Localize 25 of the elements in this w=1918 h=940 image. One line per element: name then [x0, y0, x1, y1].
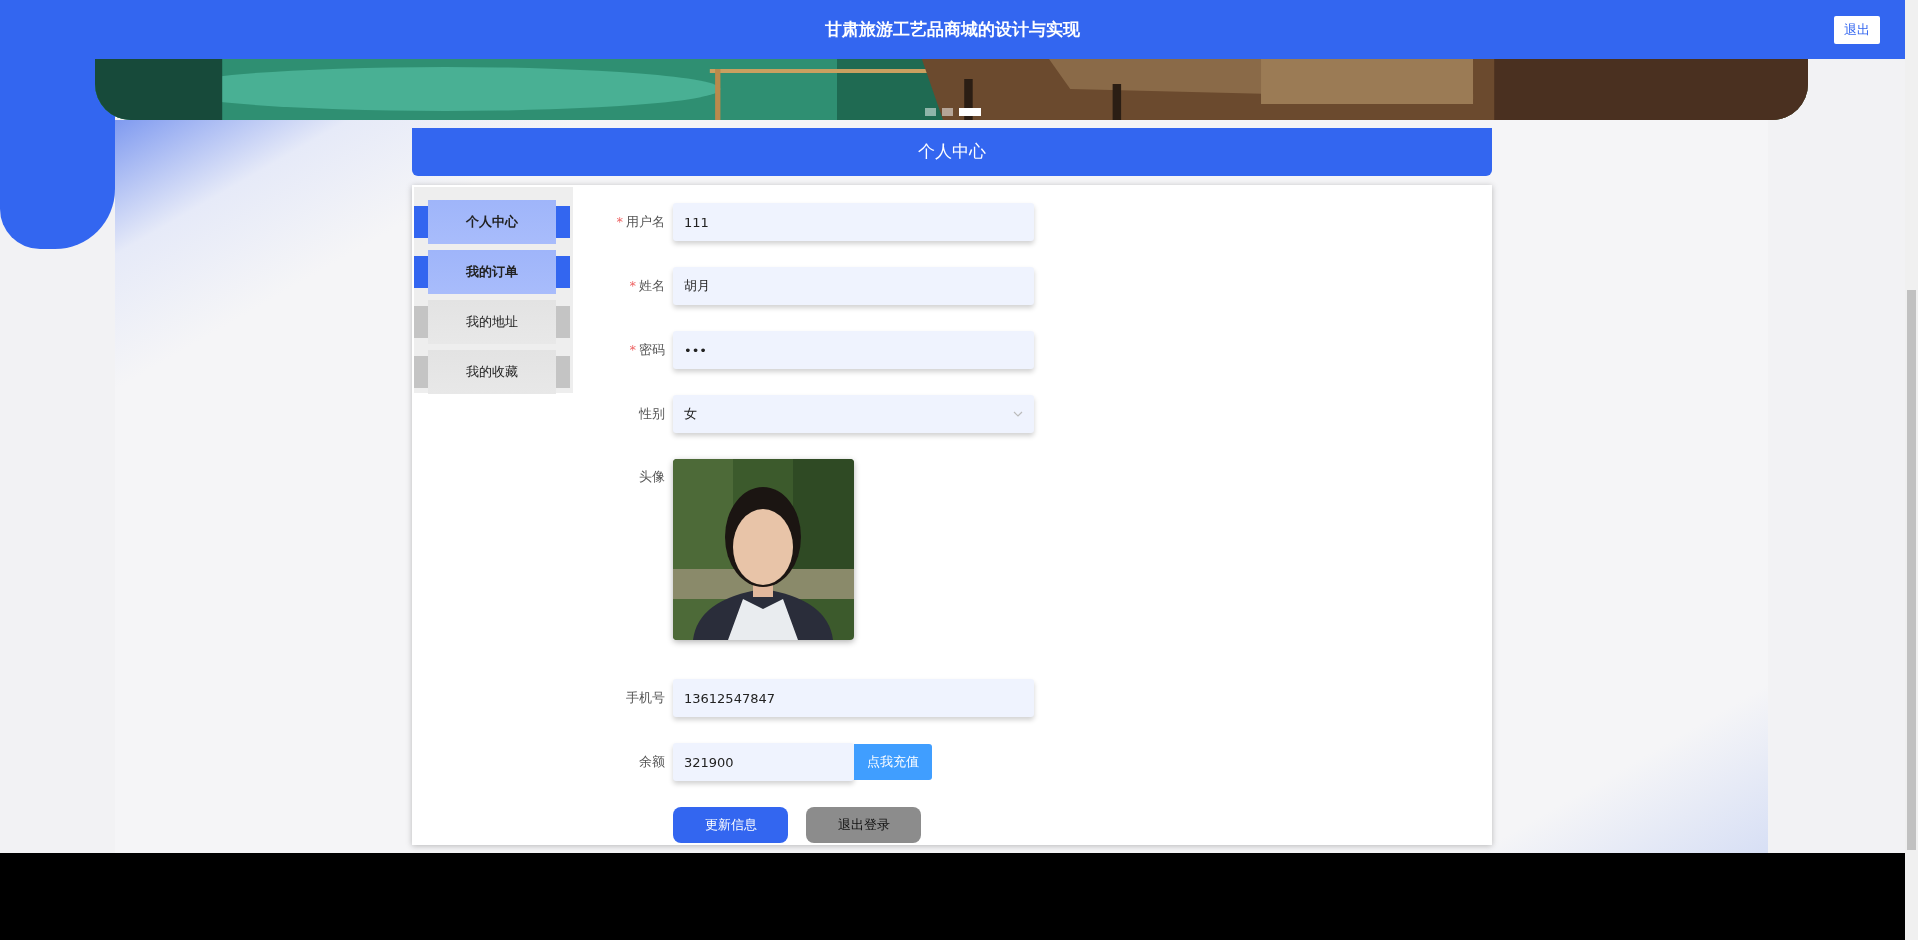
- update-button[interactable]: 更新信息: [673, 807, 788, 843]
- scrollbar[interactable]: [1905, 0, 1918, 940]
- input-field[interactable]: 13612547847: [673, 679, 1034, 717]
- field-label: * 用户名: [615, 213, 666, 232]
- chevron-down-icon: [1013, 411, 1023, 417]
- field-label: 手机号: [625, 689, 666, 708]
- select-field[interactable]: 女: [673, 395, 1034, 433]
- field-label: 性别: [638, 405, 666, 424]
- sidebar-item[interactable]: 我的收藏: [414, 350, 570, 394]
- logout-account-button[interactable]: 退出登录: [806, 807, 921, 843]
- input-field[interactable]: 胡月: [673, 267, 1034, 305]
- field-label: * 密码: [628, 341, 666, 360]
- input-field[interactable]: •••: [673, 331, 1034, 369]
- logout-button[interactable]: 退出: [1834, 16, 1880, 44]
- scrollbar-thumb[interactable]: [1907, 290, 1916, 850]
- field-label: 头像: [638, 468, 666, 486]
- sidebar-item[interactable]: 我的订单: [414, 250, 570, 294]
- input-field[interactable]: 321900: [673, 743, 854, 781]
- field-label: * 姓名: [628, 277, 666, 296]
- input-field[interactable]: 111: [673, 203, 1034, 241]
- sidebar-item[interactable]: 个人中心: [414, 200, 570, 244]
- field-label: 余额: [638, 753, 666, 772]
- page-title: 个人中心: [412, 128, 1492, 176]
- site-title: 甘肃旅游工艺品商城的设计与实现: [825, 17, 1080, 41]
- sidebar-item[interactable]: 我的地址: [414, 300, 570, 344]
